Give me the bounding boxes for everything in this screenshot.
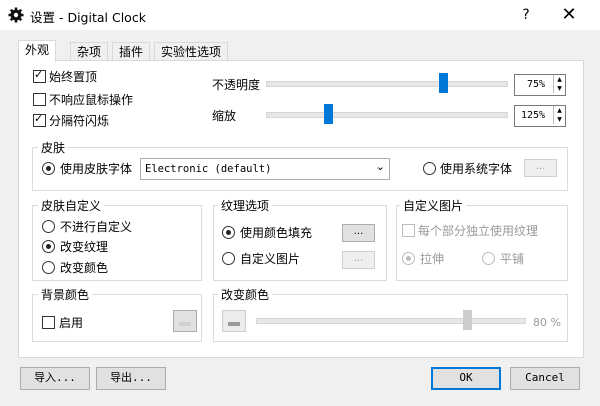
tile-radio[interactable]	[482, 252, 495, 265]
custom-image-label: 自定义图片	[240, 252, 301, 266]
opacity-spin-buttons[interactable]: ▲ ▼	[553, 75, 565, 93]
always-on-top-label: 始终置顶	[49, 70, 98, 84]
enable-background-label: 启用	[59, 316, 84, 330]
change-color-label: 改变颜色	[60, 261, 109, 275]
export-button[interactable]: 导出...	[96, 367, 166, 390]
custom-image-radio[interactable]	[222, 252, 235, 265]
skin-custom-title: 皮肤自定义	[38, 197, 105, 214]
blink-separator-checkbox[interactable]	[33, 112, 46, 127]
no-mouse-checkbox[interactable]	[33, 93, 46, 106]
change-color-title: 改变颜色	[218, 286, 273, 303]
change-texture-label: 改变纹理	[60, 240, 109, 254]
zoom-slider-thumb[interactable]	[324, 104, 333, 124]
color-swatch-icon	[179, 322, 191, 326]
enable-background-checkbox[interactable]	[42, 316, 55, 329]
tab-plugins[interactable]: 插件	[112, 42, 151, 61]
use-skin-font-label: 使用皮肤字体	[60, 162, 133, 176]
use-system-font-label: 使用系统字体	[440, 162, 513, 176]
gear-icon	[8, 7, 24, 23]
stretch-label: 拉伸	[420, 252, 445, 266]
custom-image-group	[396, 205, 568, 281]
stretch-radio[interactable]	[402, 252, 415, 265]
skin-group-title: 皮肤	[38, 139, 69, 156]
fill-color-radio[interactable]	[222, 226, 235, 239]
fill-color-button[interactable]: ...	[342, 224, 375, 242]
background-color-button[interactable]	[173, 310, 197, 332]
color-intensity-value: 80 %	[533, 316, 561, 329]
zoom-slider-track	[266, 112, 508, 118]
texture-group-title: 纹理选项	[218, 197, 273, 214]
opacity-slider-thumb[interactable]	[439, 73, 448, 93]
tab-appearance[interactable]: 外观	[18, 40, 57, 62]
zoom-label: 缩放	[212, 109, 237, 123]
tab-experimental[interactable]: 实验性选项	[154, 42, 229, 61]
skin-select-value: Electronic (default)	[145, 163, 272, 175]
no-mouse-label: 不响应鼠标操作	[49, 93, 134, 107]
use-skin-font-radio[interactable]	[42, 162, 55, 175]
chevron-down-icon: ⌄	[375, 160, 385, 173]
zoom-value: 125%	[521, 110, 546, 121]
tab-misc[interactable]: 杂项	[70, 42, 109, 61]
opacity-spinbox[interactable]: 75% ▲ ▼	[514, 74, 566, 96]
color-intensity-track	[256, 318, 526, 324]
window-title: 设置 - Digital Clock	[30, 10, 146, 25]
skin-select[interactable]: Electronic (default) ⌄	[140, 158, 390, 180]
close-button[interactable]: ✕	[558, 4, 580, 26]
color-intensity-thumb[interactable]	[463, 310, 472, 330]
ok-button[interactable]: OK	[431, 367, 501, 390]
no-custom-label: 不进行自定义	[60, 220, 133, 234]
texture-group	[213, 205, 387, 281]
use-system-font-radio[interactable]	[423, 162, 436, 175]
opacity-label: 不透明度	[212, 78, 261, 92]
no-custom-radio[interactable]	[42, 220, 55, 233]
cancel-button[interactable]: Cancel	[510, 367, 580, 390]
opacity-value: 75%	[527, 79, 546, 90]
per-part-texture-label: 每个部分独立使用纹理	[418, 224, 539, 238]
system-font-button[interactable]: ...	[524, 159, 557, 177]
skin-custom-group	[32, 205, 202, 281]
change-color-radio[interactable]	[42, 261, 55, 274]
change-texture-radio[interactable]	[42, 240, 55, 253]
color-swatch-icon	[228, 322, 240, 326]
zoom-spinbox[interactable]: 125% ▲ ▼	[514, 105, 566, 127]
always-on-top-checkbox[interactable]	[33, 68, 46, 83]
blink-separator-label: 分隔符闪烁	[49, 114, 110, 128]
zoom-spin-buttons[interactable]: ▲ ▼	[553, 106, 565, 124]
title-bar: 设置 - Digital Clock ? ✕	[0, 0, 600, 30]
opacity-slider-track	[266, 81, 508, 87]
background-color-title: 背景颜色	[38, 286, 93, 303]
custom-image-button[interactable]: ...	[342, 251, 375, 269]
import-button[interactable]: 导入...	[20, 367, 90, 390]
fill-color-label: 使用颜色填充	[240, 226, 313, 240]
per-part-texture-checkbox[interactable]	[402, 224, 415, 237]
custom-image-group-title: 自定义图片	[400, 197, 467, 214]
tile-label: 平铺	[500, 252, 525, 266]
help-button[interactable]: ?	[516, 4, 536, 26]
change-color-button[interactable]	[222, 310, 246, 332]
